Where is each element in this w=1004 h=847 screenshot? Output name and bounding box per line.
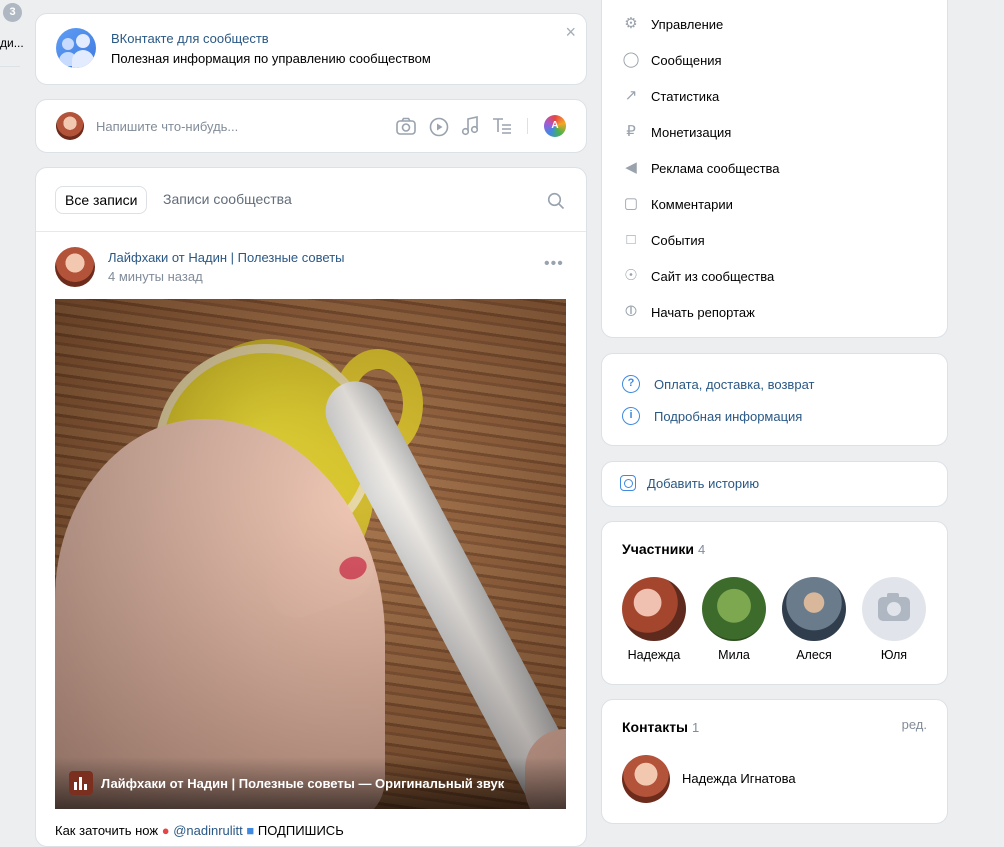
tab-community-posts[interactable]: Записи сообщества [163, 191, 292, 207]
link-label: Оплата, доставка, возврат [654, 376, 815, 392]
link-details[interactable]: i Подробная информация [622, 407, 802, 425]
info-links-card: ? Оплата, доставка, возврат i Подробная ин… [601, 353, 948, 446]
menu-item-site[interactable]: ☉ Сайт из сообщества [622, 265, 774, 287]
ai-assistant-icon[interactable]: A [544, 115, 566, 137]
left-rail-divider [0, 66, 20, 67]
menu-item-events[interactable]: □ События [622, 229, 705, 251]
menu-item-manage[interactable]: ⚙ Управление [622, 13, 723, 35]
members-title[interactable]: Участники 4 [622, 541, 705, 557]
info-card-title[interactable]: ВКонтакте для сообществ [111, 31, 269, 46]
members-title-label: Участники [622, 541, 694, 557]
event-icon: □ [626, 231, 636, 248]
contact-name[interactable]: Надежда Игнатова [682, 771, 796, 786]
member-yulia[interactable]: Юля [862, 577, 926, 662]
post-photo[interactable]: Лайфхаки от Надин | Полезные советы — Ор… [55, 299, 566, 809]
search-icon[interactable] [547, 192, 565, 210]
edit-contacts-link[interactable]: ред. [902, 717, 927, 732]
member-nadezhda[interactable]: Надежда [622, 577, 686, 662]
menu-item-stats[interactable]: ↗ Статистика [622, 85, 720, 107]
member-name: Юля [880, 648, 908, 662]
divider [36, 231, 586, 232]
menu-item-label: Сайт из сообщества [651, 268, 775, 284]
avatar [862, 577, 926, 641]
compose-input[interactable]: Напишите что-нибудь... [96, 119, 238, 134]
menu-item-label: Начать репортаж [651, 304, 755, 320]
comment-icon: ▢ [623, 195, 639, 212]
menu-item-broadcast[interactable]: ⦷ Начать репортаж [622, 301, 755, 323]
notification-badge[interactable]: 3 [3, 3, 22, 22]
article-icon[interactable] [492, 117, 512, 135]
member-name: Алеся [796, 648, 832, 662]
megaphone-icon: ◀ [625, 159, 637, 176]
manage-menu-card: ⚙ Управление ◯ Сообщения ↗ Статистика ₽ Моне… [601, 0, 948, 338]
left-rail-text[interactable]: ди... [0, 36, 24, 50]
menu-item-label: Комментарии [651, 196, 733, 212]
photo-shade [55, 299, 566, 809]
globe-icon: ☉ [624, 267, 638, 284]
video-icon[interactable] [429, 117, 449, 137]
post-author-avatar[interactable] [55, 247, 95, 287]
more-icon[interactable]: ••• [544, 255, 564, 273]
contacts-card: Контакты 1 ред. Надежда Игнатова [601, 699, 948, 824]
question-icon: ? [622, 375, 640, 393]
vk-community-logo-icon [56, 28, 96, 68]
add-story-card[interactable]: Добавить историю [601, 461, 948, 507]
info-card-subtitle: Полезная информация по управлению сообще… [111, 51, 431, 66]
member-name: Мила [718, 648, 750, 662]
camera-icon [878, 593, 910, 621]
link-label: Подробная информация [654, 408, 803, 424]
avatar [56, 112, 84, 140]
audio-equalizer-icon[interactable] [69, 771, 93, 795]
tab-all-posts[interactable]: Все записи [55, 186, 148, 214]
menu-item-messages[interactable]: ◯ Сообщения [622, 49, 722, 71]
chart-icon: ↗ [624, 87, 638, 104]
menu-item-label: Реклама сообщества [651, 160, 780, 176]
ruble-icon: ₽ [626, 123, 636, 140]
member-mila[interactable]: Мила [702, 577, 766, 662]
info-card: ВКонтакте для сообществ Полезная информа… [35, 13, 587, 85]
music-icon[interactable] [461, 116, 479, 136]
member-alesya[interactable]: Алеся [782, 577, 846, 662]
contact-avatar[interactable] [622, 755, 670, 803]
avatar [622, 577, 686, 641]
menu-item-monetization[interactable]: ₽ Монетизация [622, 121, 731, 143]
link-payment-delivery[interactable]: ? Оплата, доставка, возврат [622, 375, 814, 393]
contacts-count: 1 [692, 720, 700, 735]
members-card: Участники 4 Надежда Мила Алеся Юля [601, 521, 948, 685]
contacts-title-label: Контакты [622, 719, 689, 735]
menu-item-label: Монетизация [651, 124, 732, 140]
avatar [702, 577, 766, 641]
broadcast-icon: ⦷ [624, 303, 637, 320]
story-icon [620, 475, 636, 491]
avatar [782, 577, 846, 641]
menu-item-ads[interactable]: ◀ Реклама сообщества [622, 157, 780, 179]
close-icon[interactable]: × [565, 22, 576, 43]
menu-item-label: События [651, 232, 705, 248]
contacts-title[interactable]: Контакты 1 [622, 719, 699, 735]
audio-track-label[interactable]: Лайфхаки от Надин | Полезные советы — Ор… [101, 776, 504, 791]
post-timestamp[interactable]: 4 минуты назад [108, 269, 203, 284]
message-icon: ◯ [622, 51, 640, 68]
members-count: 4 [697, 542, 706, 557]
add-story-link[interactable]: Добавить историю [647, 476, 759, 491]
menu-item-label: Статистика [651, 88, 720, 104]
feed-card: Все записи Записи сообщества Лайфхаки от… [35, 167, 587, 847]
menu-item-label: Управление [651, 16, 724, 32]
toolbar-divider [527, 118, 528, 134]
member-name: Надежда [627, 648, 681, 662]
menu-item-comments[interactable]: ▢ Комментарии [622, 193, 733, 215]
menu-item-label: Сообщения [651, 52, 722, 68]
compose-card: Напишите что-нибудь... A [35, 99, 587, 153]
camera-icon[interactable] [396, 117, 416, 135]
gear-icon: ⚙ [624, 15, 638, 32]
info-icon: i [622, 407, 640, 425]
post-author-name[interactable]: Лайфхаки от Надин | Полезные советы [108, 250, 345, 265]
